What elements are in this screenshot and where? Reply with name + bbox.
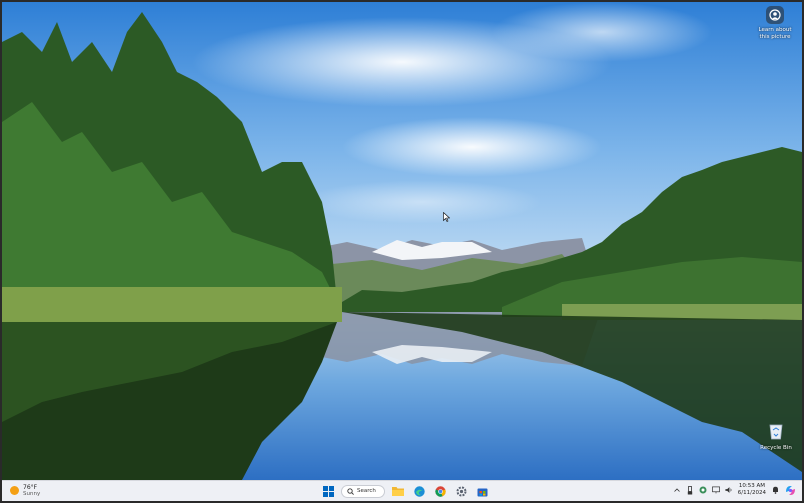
recycle-bin-shortcut[interactable]: Recycle Bin xyxy=(758,422,794,451)
copilot-button[interactable] xyxy=(784,485,796,495)
camera-icon xyxy=(766,6,784,24)
network-tray-button[interactable] xyxy=(711,485,720,495)
vpn-tray-button[interactable] xyxy=(699,485,707,495)
learn-label-line1: Learn about xyxy=(758,27,792,33)
sun-icon xyxy=(10,486,19,495)
mouse-cursor-icon xyxy=(443,212,450,222)
learn-label-line2: this picture xyxy=(759,34,791,40)
learn-about-picture-button[interactable]: Learn about this picture xyxy=(754,6,796,41)
usb-icon xyxy=(687,485,692,494)
settings-icon xyxy=(456,486,466,496)
volume-tray-button[interactable] xyxy=(725,485,733,495)
vpn-icon xyxy=(699,486,707,494)
chrome-icon xyxy=(434,485,446,497)
network-icon xyxy=(711,486,720,494)
file-explorer-button[interactable] xyxy=(390,483,406,499)
usb-tray-button[interactable] xyxy=(686,485,694,495)
desktop-wallpaper xyxy=(2,2,802,480)
taskbar-search-box[interactable]: Search xyxy=(341,484,385,498)
settings-button[interactable] xyxy=(453,483,469,499)
volume-icon xyxy=(725,487,732,493)
taskbar-center: Search xyxy=(320,483,490,499)
chrome-button[interactable] xyxy=(432,483,448,499)
weather-temperature: 76°F xyxy=(23,484,38,491)
start-button[interactable] xyxy=(320,483,336,499)
recycle-bin-icon xyxy=(769,424,783,440)
windows-start-icon xyxy=(322,485,334,497)
search-icon xyxy=(347,487,354,495)
bell-icon xyxy=(772,486,778,494)
recycle-bin-label: Recycle Bin xyxy=(760,445,792,451)
store-icon xyxy=(477,488,487,496)
desktop-screen: Learn about this picture Recycle Bin 76°… xyxy=(0,0,804,503)
clock-date: 6/11/2024 xyxy=(737,490,766,496)
edge-button[interactable] xyxy=(411,483,427,499)
search-label: Search xyxy=(357,488,376,494)
show-hidden-icons-button[interactable] xyxy=(673,485,681,495)
weather-widget[interactable]: 76°F Sunny xyxy=(10,484,40,497)
file-explorer-icon xyxy=(392,487,404,496)
notifications-button[interactable] xyxy=(771,485,779,495)
chevron-up-icon xyxy=(674,488,680,492)
system-tray: 10:53 AM 6/11/2024 xyxy=(673,483,796,497)
store-button[interactable] xyxy=(474,483,490,499)
edge-icon xyxy=(413,485,425,497)
taskbar: 76°F Sunny Search 10:53 AM 6/11/2024 xyxy=(2,480,802,501)
clock-time: 10:53 AM xyxy=(738,483,765,489)
taskbar-clock[interactable]: 10:53 AM 6/11/2024 xyxy=(738,483,766,497)
copilot-icon xyxy=(785,485,795,495)
weather-condition: Sunny xyxy=(23,491,41,497)
